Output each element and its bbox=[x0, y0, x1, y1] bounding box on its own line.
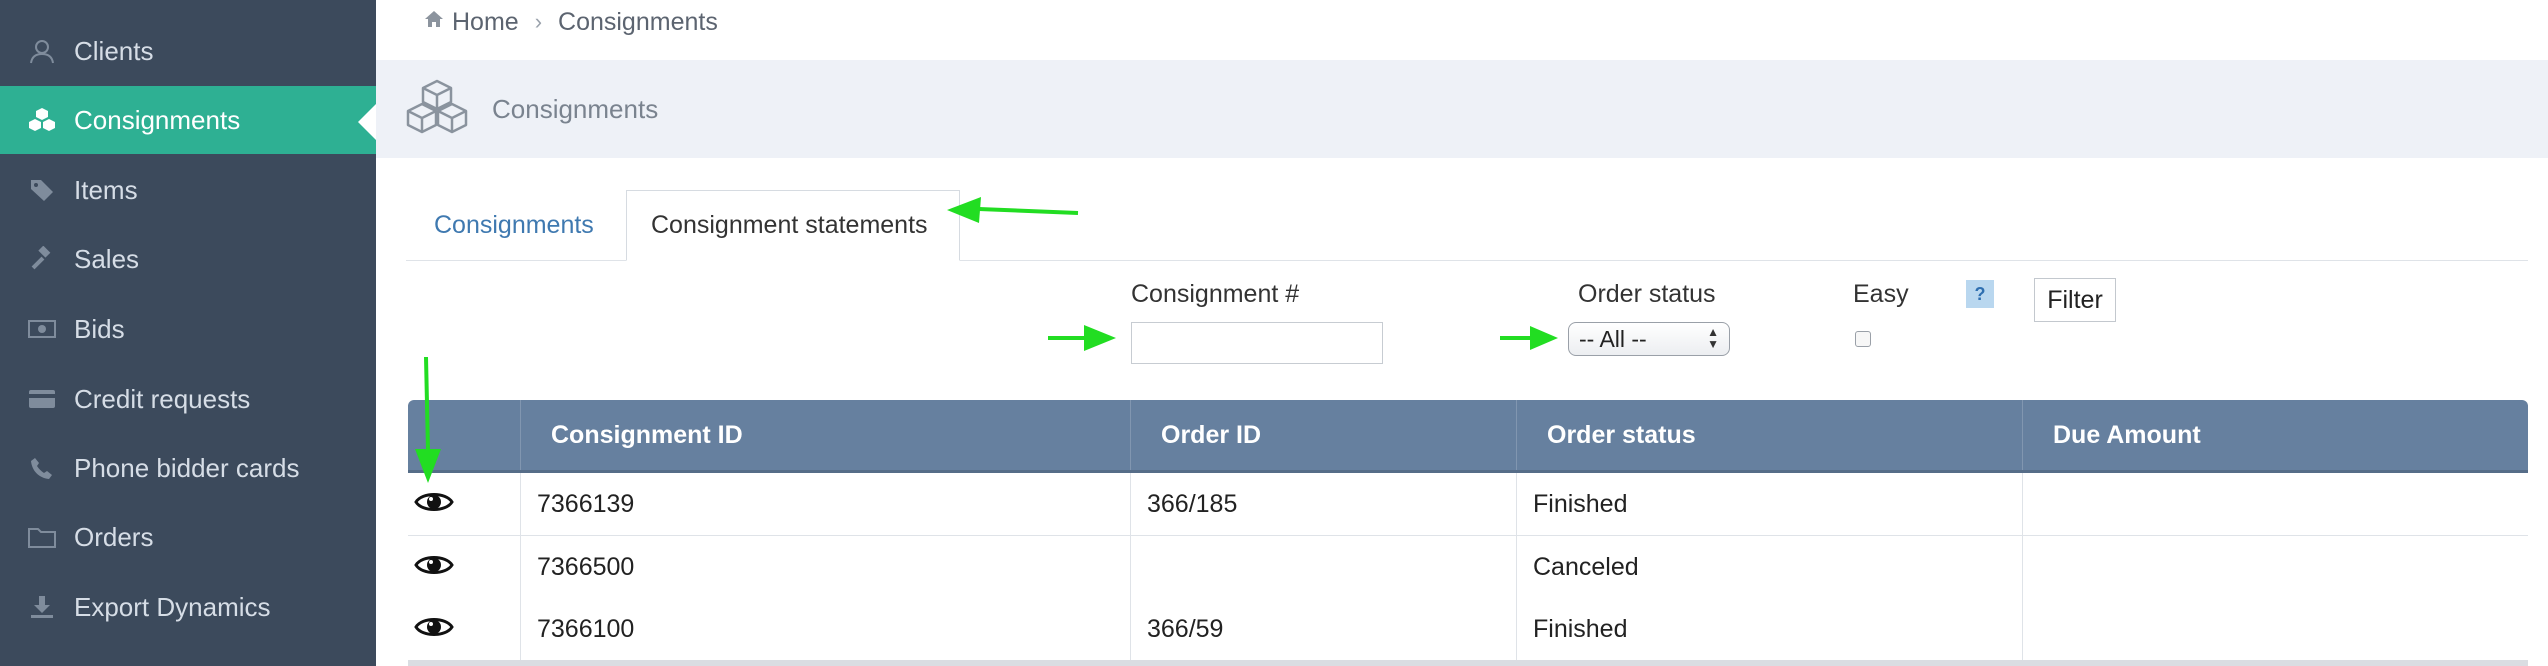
annotation-arrow-right-icon bbox=[1048, 325, 1116, 351]
sidebar-item-label: Phone bidder cards bbox=[74, 452, 300, 483]
breadcrumb: Home › Consignments bbox=[424, 6, 718, 38]
sidebar-item-bids[interactable]: Bids bbox=[0, 295, 376, 363]
breadcrumb-home-link[interactable]: Home bbox=[452, 8, 519, 37]
active-pointer bbox=[358, 103, 377, 141]
help-icon[interactable]: ? bbox=[1966, 280, 1994, 308]
user-icon bbox=[26, 35, 58, 67]
sidebar-item-label: Clients bbox=[74, 35, 154, 66]
page-header: Consignments bbox=[376, 60, 2548, 158]
sidebar-item-label: Sales bbox=[74, 243, 140, 274]
cell-consignment-id: 7366100 bbox=[537, 614, 635, 643]
chevron-right-icon: › bbox=[534, 9, 543, 34]
order-status-label: Order status bbox=[1578, 280, 1716, 308]
easy-checkbox[interactable] bbox=[1855, 331, 1871, 347]
table-row: 7366100 366/59 Finished bbox=[408, 598, 2528, 661]
cell-consignment-id: 7366139 bbox=[537, 489, 635, 518]
sidebar-item-label: Orders bbox=[74, 521, 154, 552]
header-consignment-id: Consignment ID bbox=[551, 420, 743, 449]
tab-consignments[interactable]: Consignments bbox=[410, 190, 618, 260]
sidebar-item-clients[interactable]: Clients bbox=[0, 17, 376, 85]
order-status-select[interactable]: -- All -- ▲ ▼ bbox=[1568, 322, 1730, 356]
easy-label: Easy bbox=[1853, 280, 1909, 308]
annotation-arrow-right-icon bbox=[1500, 326, 1558, 350]
phone-icon bbox=[26, 452, 58, 484]
sidebar-item-label: Consignments bbox=[74, 104, 241, 135]
gavel-icon bbox=[26, 243, 58, 275]
table-header: Consignment ID Order ID Order status Due… bbox=[408, 400, 2528, 473]
sidebar-item-credit-requests[interactable]: Credit requests bbox=[0, 365, 376, 433]
tags-icon bbox=[26, 174, 58, 206]
tab-consignment-statements[interactable]: Consignment statements bbox=[626, 190, 960, 261]
sidebar-item-sales[interactable]: Sales bbox=[0, 225, 376, 293]
table-row: 7366500 Canceled bbox=[408, 536, 2528, 599]
table-footer-strip bbox=[408, 660, 2528, 666]
cell-order-status: Canceled bbox=[1533, 552, 1639, 581]
sidebar-item-label: Credit requests bbox=[74, 383, 251, 414]
sidebar-item-items[interactable]: Items bbox=[0, 156, 376, 224]
eye-icon[interactable] bbox=[414, 612, 454, 647]
order-status-selected: -- All -- bbox=[1579, 325, 1647, 352]
cubes-icon bbox=[26, 104, 58, 136]
credit-card-icon bbox=[26, 383, 58, 415]
eye-icon[interactable] bbox=[414, 550, 454, 585]
consignment-number-input[interactable] bbox=[1131, 322, 1383, 364]
table-row: 7366139 366/185 Finished bbox=[408, 473, 2528, 536]
sidebar-item-label: Export Dynamics bbox=[74, 591, 271, 622]
breadcrumb-current: Consignments bbox=[558, 7, 718, 36]
cell-order-id: 366/59 bbox=[1147, 614, 1224, 643]
sidebar-item-label: Bids bbox=[74, 313, 125, 344]
page-title: Consignments bbox=[492, 94, 659, 124]
sidebar-item-phone-bidder-cards[interactable]: Phone bidder cards bbox=[0, 434, 376, 502]
cell-consignment-id: 7366500 bbox=[537, 552, 635, 581]
annotation-arrow-down-icon bbox=[415, 356, 441, 483]
sidebar-item-export-dynamics[interactable]: Export Dynamics bbox=[0, 573, 376, 641]
sidebar-item-consignments[interactable]: Consignments bbox=[0, 86, 376, 154]
cubes-icon bbox=[406, 78, 468, 139]
annotation-arrow-left-icon bbox=[947, 197, 1079, 223]
money-icon bbox=[26, 313, 58, 345]
sidebar: Clients Consignments Items Sales Bids Cr… bbox=[0, 0, 376, 666]
folder-icon bbox=[26, 521, 58, 553]
eye-icon[interactable] bbox=[414, 487, 454, 522]
select-arrows-icon: ▲ ▼ bbox=[1707, 325, 1719, 351]
header-order-status: Order status bbox=[1547, 420, 1696, 449]
consignment-number-label: Consignment # bbox=[1131, 280, 1300, 308]
cell-order-id: 366/185 bbox=[1147, 489, 1238, 518]
cell-order-status: Finished bbox=[1533, 614, 1628, 643]
header-order-id: Order ID bbox=[1161, 420, 1262, 449]
download-icon bbox=[26, 591, 58, 623]
header-due-amount: Due Amount bbox=[2053, 420, 2201, 449]
filter-button[interactable]: Filter bbox=[2034, 278, 2116, 322]
cell-order-status: Finished bbox=[1533, 489, 1628, 518]
home-icon bbox=[424, 10, 444, 34]
sidebar-item-orders[interactable]: Orders bbox=[0, 503, 376, 571]
sidebar-item-label: Items bbox=[74, 174, 138, 205]
